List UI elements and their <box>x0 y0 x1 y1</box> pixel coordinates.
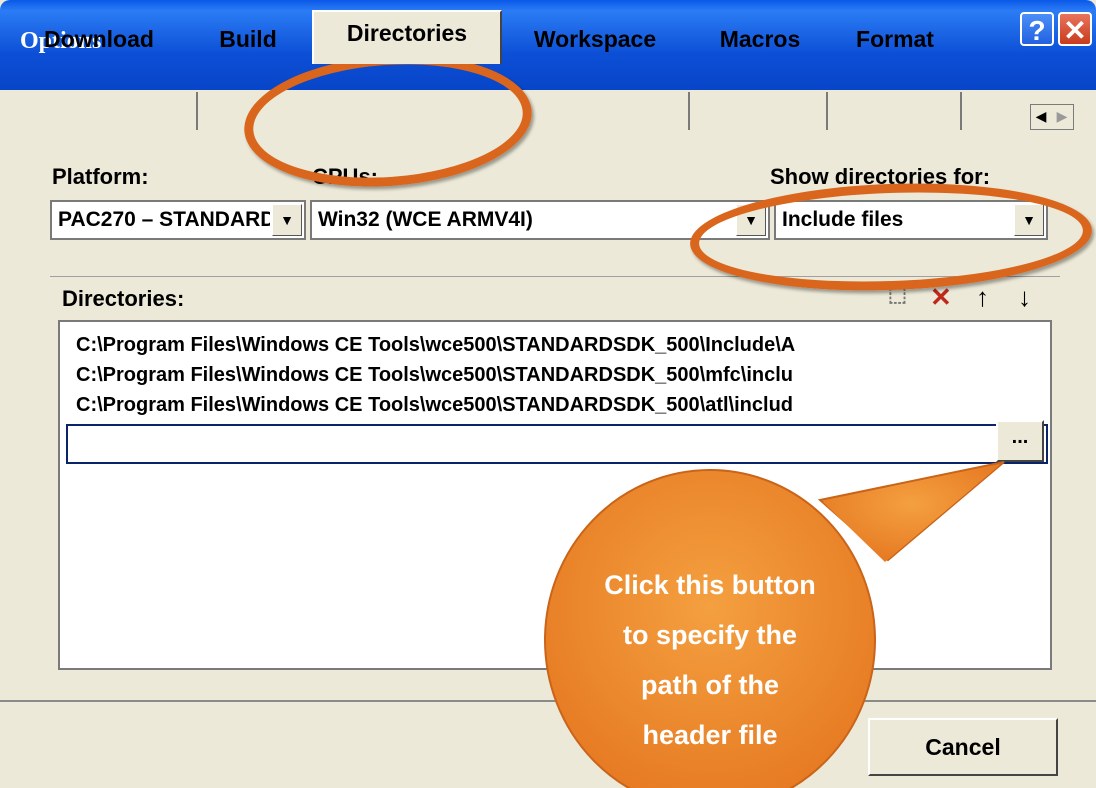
chevron-down-icon[interactable]: ▼ <box>272 204 302 236</box>
tab-build[interactable]: Build <box>204 18 292 60</box>
tab-scroll-left-icon[interactable]: ◀ <box>1031 105 1051 127</box>
callout-line: path of the <box>641 670 779 700</box>
callout-text: Click this button to specify the path of… <box>590 560 830 760</box>
tab-format[interactable]: Format <box>834 18 956 60</box>
platform-select[interactable]: PAC270 – STANDARDSDK_500 ▼ <box>50 200 306 240</box>
move-down-icon[interactable]: ↓ <box>1018 282 1031 313</box>
tab-download[interactable]: Download <box>24 18 174 60</box>
options-dialog: Options ? ✕ Download Build Directories W… <box>0 0 1096 788</box>
platform-label: Platform: <box>52 164 149 189</box>
tab-separator <box>826 92 828 130</box>
move-up-icon[interactable]: ↑ <box>976 282 989 313</box>
list-item[interactable]: C:\Program Files\Windows CE Tools\wce500… <box>76 364 793 387</box>
close-button[interactable]: ✕ <box>1058 12 1092 46</box>
tab-scroller: ◀ ▶ <box>1030 104 1074 130</box>
tab-directories[interactable]: Directories <box>312 10 502 64</box>
list-item[interactable]: C:\Program Files\Windows CE Tools\wce500… <box>76 334 795 357</box>
help-button[interactable]: ? <box>1020 12 1054 46</box>
tab-workspace[interactable]: Workspace <box>510 18 680 60</box>
footer-divider <box>0 700 1096 702</box>
callout-line: Click this button <box>604 570 816 600</box>
tab-separator <box>960 92 962 130</box>
callout-line: to specify the <box>622 620 798 650</box>
browse-button[interactable]: ... <box>996 420 1044 462</box>
tab-macros[interactable]: Macros <box>698 18 822 60</box>
directory-edit-field[interactable] <box>66 424 1048 464</box>
cancel-button[interactable]: Cancel <box>868 718 1058 776</box>
tab-scroll-right-icon[interactable]: ▶ <box>1052 105 1072 127</box>
tab-separator <box>688 92 690 130</box>
directories-label: Directories: <box>62 286 185 311</box>
platform-value: PAC270 – STANDARDSDK_500 <box>58 208 270 231</box>
callout-line: header file <box>642 720 778 750</box>
cpus-value: Win32 (WCE ARMV4I) <box>318 208 533 231</box>
tab-separator <box>196 92 198 130</box>
directories-list[interactable]: C:\Program Files\Windows CE Tools\wce500… <box>58 320 1052 670</box>
list-item[interactable]: C:\Program Files\Windows CE Tools\wce500… <box>76 394 793 417</box>
